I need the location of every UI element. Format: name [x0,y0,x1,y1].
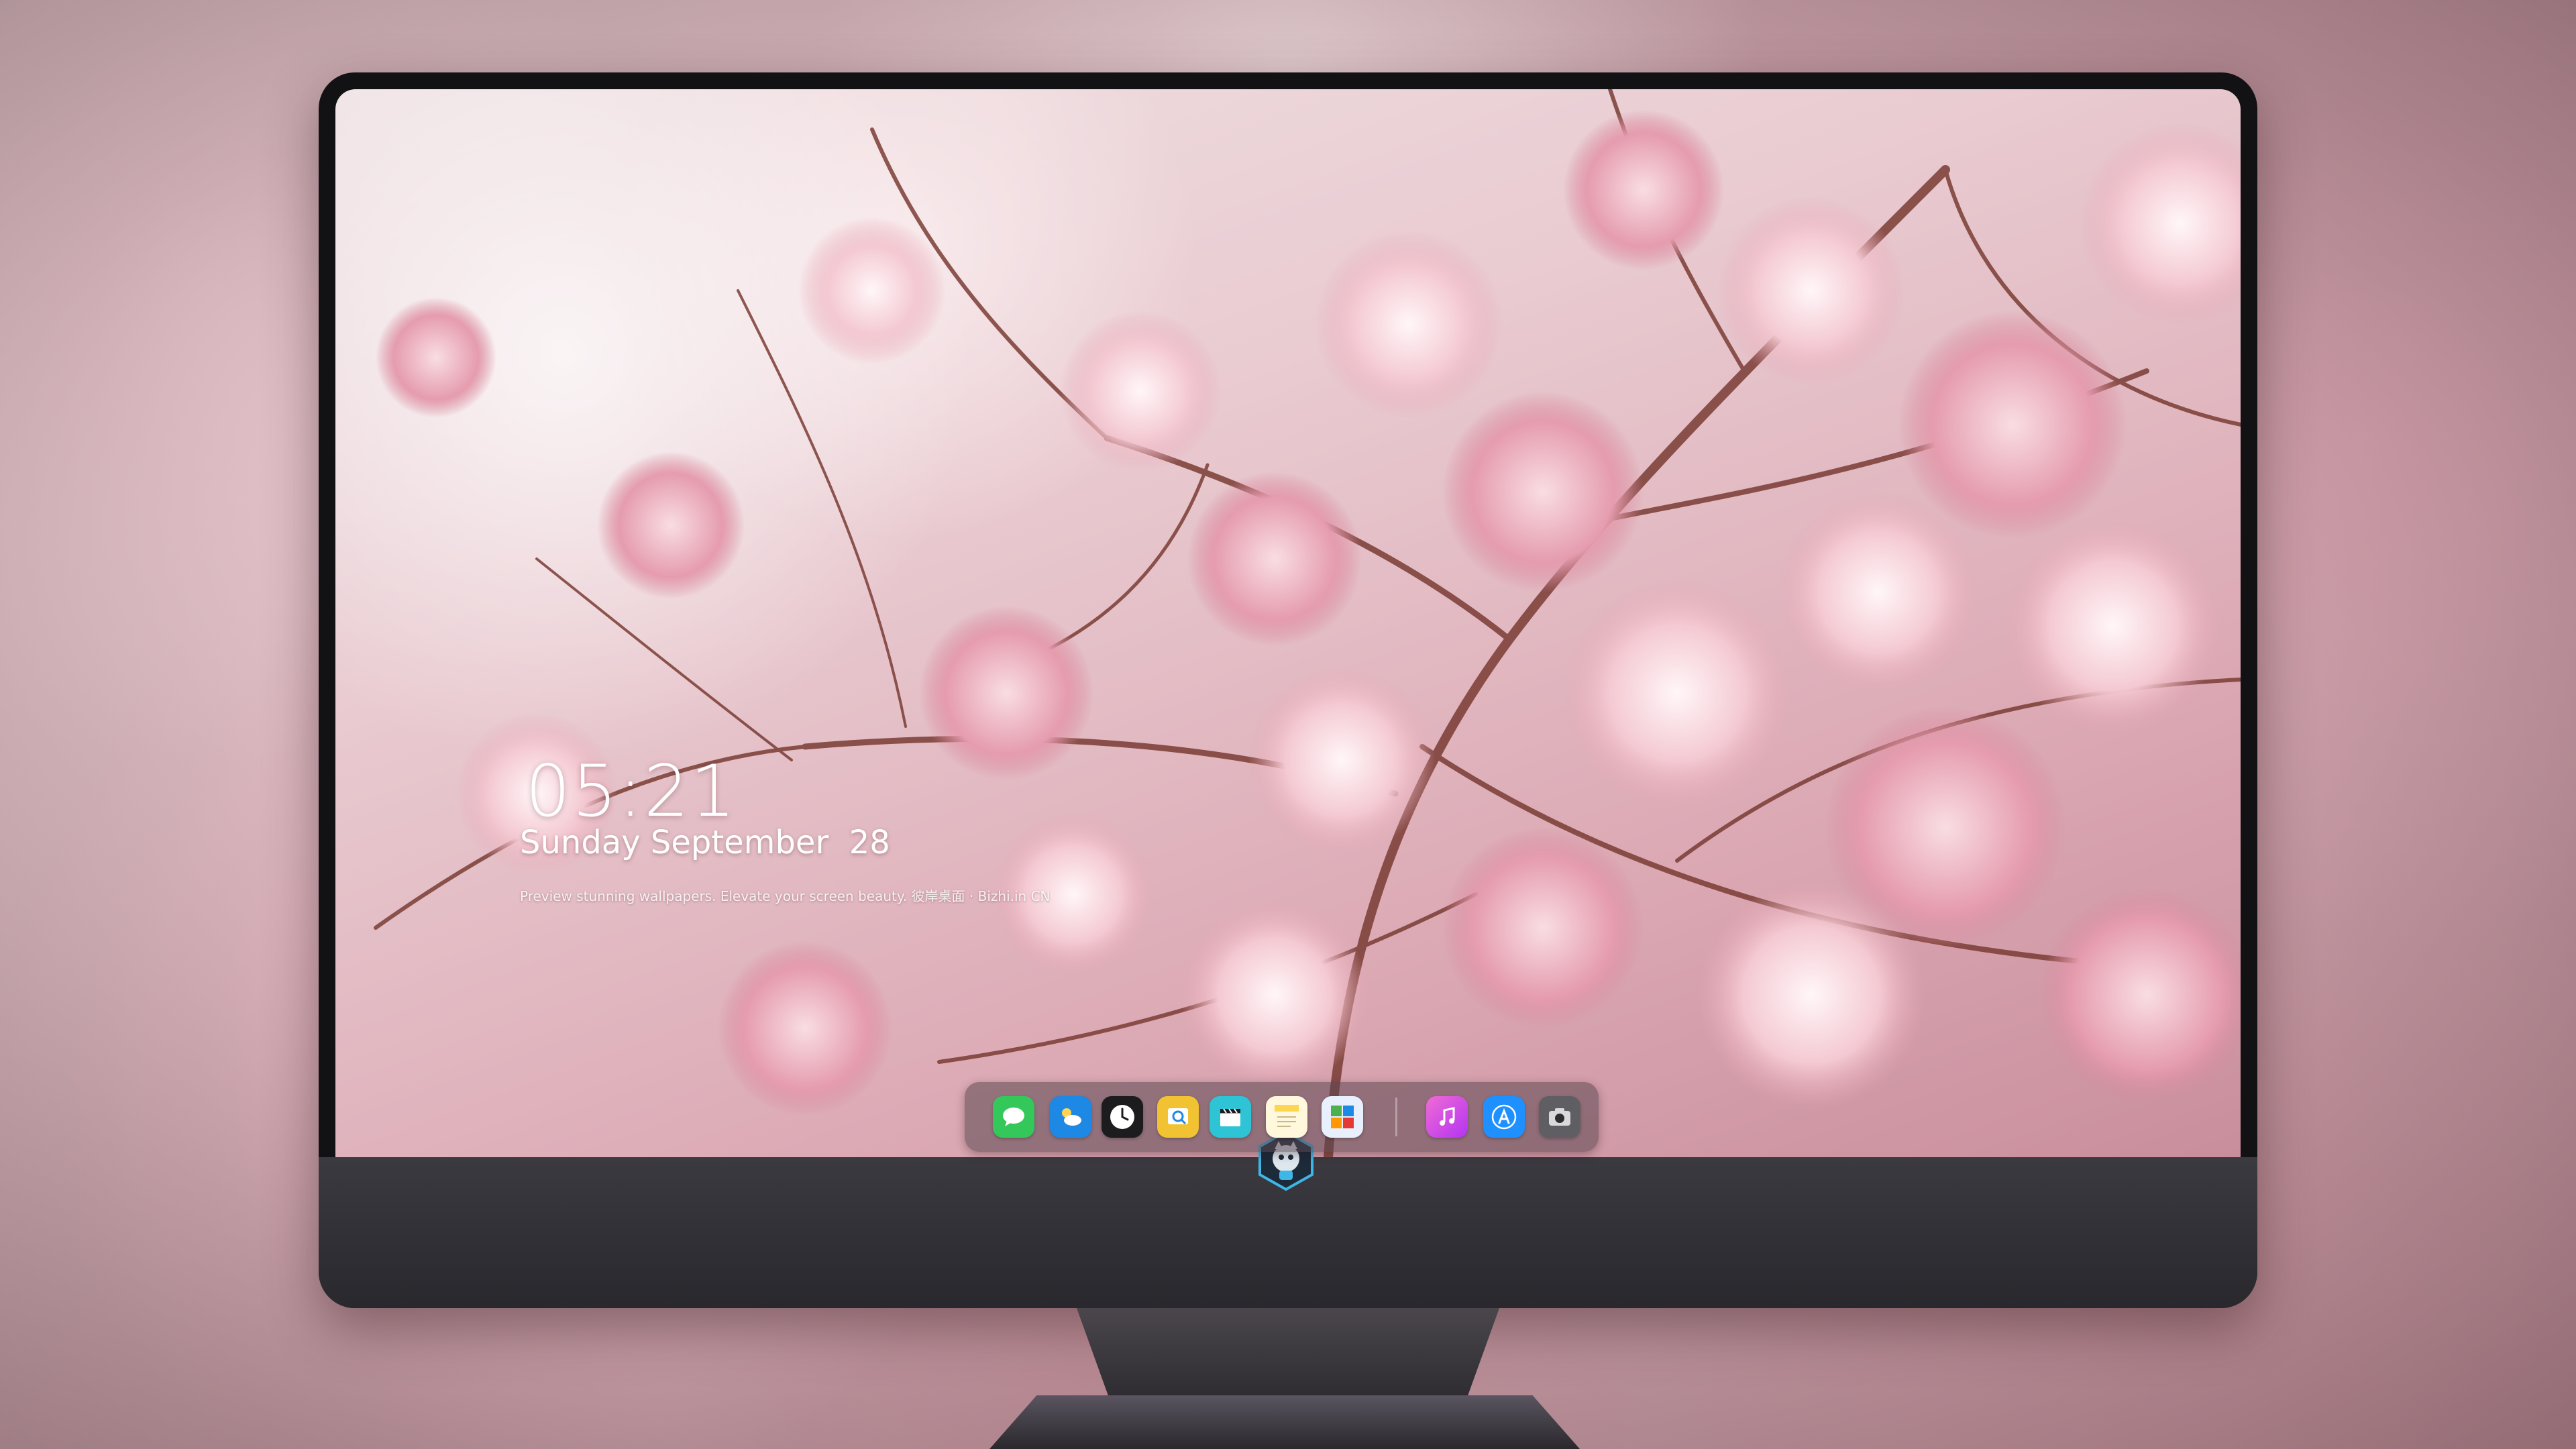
dock-app-messages[interactable] [993,1096,1034,1138]
lock-screen-date: Sunday September 28 [520,824,890,861]
preview-icon [1168,1108,1188,1125]
dock-app-weather[interactable] [1050,1096,1091,1138]
dock-app-photo-booth[interactable] [1322,1096,1363,1138]
dock-app-preview[interactable] [1157,1096,1199,1138]
music-icon [1440,1107,1455,1126]
app-store-icon [1491,1104,1517,1130]
dock-app-video[interactable] [1210,1096,1251,1138]
dock-app-clock[interactable] [1102,1096,1143,1138]
lock-screen-time: 05:21 [525,750,737,833]
weather-icon [1062,1108,1081,1126]
dock-divider [1395,1097,1397,1136]
clock-icon [1110,1105,1134,1129]
cherry-blossom-wallpaper [374,89,2241,1157]
desktop-screen: 05:21 [335,89,2241,1157]
dock-app-camera[interactable] [1539,1096,1580,1138]
dock-app-store[interactable] [1483,1096,1525,1138]
clapperboard-icon [1220,1108,1240,1126]
photo-gallery-icon [1331,1106,1354,1128]
monitor-stand-base [989,1395,1580,1449]
notes-icon [1275,1105,1299,1127]
dock-app-music[interactable] [1426,1096,1468,1138]
monitor-stand-neck [1077,1308,1499,1402]
messages-icon [1003,1108,1024,1126]
wallpaper-tagline: Preview stunning wallpapers. Elevate you… [520,888,1051,904]
camera-icon [1549,1108,1570,1126]
dock-app-notes[interactable] [1266,1096,1307,1138]
